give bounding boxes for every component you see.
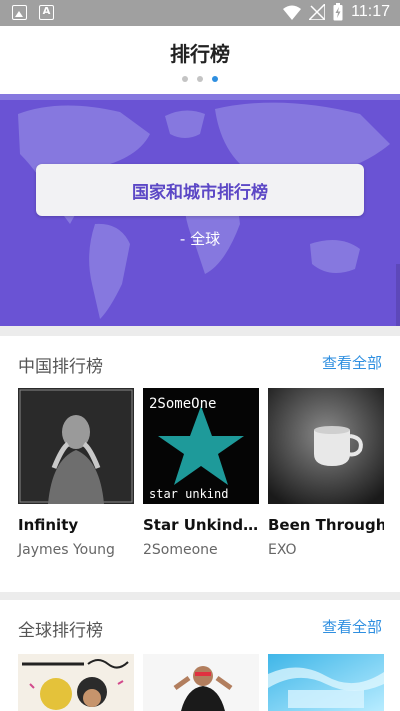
album-cover[interactable]: 2SomeOne star unkind [143, 388, 259, 504]
album-cover[interactable] [268, 654, 384, 711]
clock: 11:17 [351, 3, 390, 20]
see-all-link[interactable]: 查看全部 [322, 616, 382, 641]
album-cover[interactable] [143, 654, 259, 711]
album-cover[interactable] [18, 388, 134, 504]
wifi-icon [283, 5, 302, 20]
album-card[interactable] [18, 654, 134, 711]
album-title: Been Through [268, 516, 384, 534]
album-card[interactable]: Infinity Jaymes Young [18, 388, 134, 558]
page-indicator [0, 76, 400, 82]
album-card[interactable] [268, 654, 384, 711]
album-card[interactable] [143, 654, 259, 711]
china-charts-section: 中国排行榜 查看全部 Infinity Jaymes Young 2SomeOn… [0, 336, 400, 592]
album-cover[interactable] [18, 654, 134, 711]
album-artist: EXO [268, 542, 297, 558]
app-header: 排行榜 [0, 26, 400, 94]
album-card[interactable]: Been Through EXO [268, 388, 384, 558]
album-artist: Jaymes Young [18, 542, 115, 558]
page-dot-2[interactable] [197, 76, 203, 82]
no-signal-icon [309, 4, 326, 20]
banner-region: - 全球 [179, 230, 221, 248]
album-title: Star Unkind… [143, 516, 259, 534]
page-title: 排行榜 [170, 42, 230, 66]
album-title: Infinity [18, 516, 79, 534]
album-card[interactable]: 2SomeOne star unkind Star Unkind… 2Someo… [143, 388, 259, 558]
section-title: 全球排行榜 [18, 621, 103, 641]
global-charts-section: 全球排行榜 查看全部 [0, 600, 400, 711]
country-city-charts-button[interactable]: 国家和城市排行榜 [36, 164, 364, 216]
scroll-indicator [396, 264, 400, 326]
status-bar: A 11:17 [0, 0, 400, 26]
svg-text:2SomeOne: 2SomeOne [149, 396, 216, 412]
country-city-charts-banner[interactable]: 国家和城市排行榜 - 全球 [0, 94, 400, 326]
font-notification-icon: A [39, 5, 54, 20]
svg-text:star unkind: star unkind [149, 487, 228, 501]
section-title: 中国排行榜 [18, 357, 103, 377]
page-dot-3-active[interactable] [212, 76, 218, 82]
country-city-charts-label: 国家和城市排行榜 [132, 182, 268, 203]
image-notification-icon [12, 5, 27, 20]
album-cover[interactable] [268, 388, 384, 504]
battery-charging-icon [333, 3, 343, 21]
see-all-link[interactable]: 查看全部 [322, 352, 382, 377]
album-artist: 2Someone [143, 542, 218, 558]
page-dot-1[interactable] [182, 76, 188, 82]
